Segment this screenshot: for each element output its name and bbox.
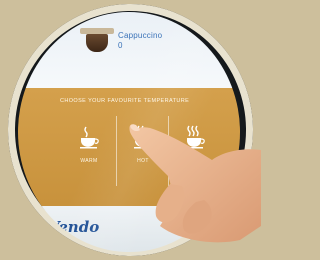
cup-warm-icon	[80, 126, 99, 149]
temperature-option-hot[interactable]: HOT	[118, 118, 168, 186]
temperature-panel-title: CHOOSE YOUR FAVOURITE TEMPERATURE	[60, 98, 190, 104]
product-header: Cappuccino 0	[18, 12, 240, 88]
temperature-option-label: HOT	[137, 158, 149, 164]
product-price: 0	[118, 41, 123, 50]
product-name: Cappuccino	[118, 31, 163, 40]
brand-footer: Vendo	[18, 206, 240, 252]
option-divider	[116, 116, 117, 186]
photo: Cappuccino 0 CHOOSE YOUR FAVOURITE TEMPE…	[0, 0, 261, 260]
temperature-option-warm[interactable]: WARM	[64, 118, 114, 186]
temperature-panel: CHOOSE YOUR FAVOURITE TEMPERATURE WARM H…	[18, 88, 240, 206]
touch-screen: Cappuccino 0 CHOOSE YOUR FAVOURITE TEMPE…	[18, 12, 240, 252]
option-divider	[168, 116, 169, 186]
temperature-option-label: WARM	[80, 158, 98, 164]
cup-hot-icon	[134, 125, 153, 149]
temperature-option-very-hot[interactable]	[170, 118, 220, 186]
cup-very-hot-icon	[186, 125, 205, 149]
cappuccino-cup-icon	[80, 28, 114, 52]
vendo-logo: Vendo	[48, 218, 100, 236]
